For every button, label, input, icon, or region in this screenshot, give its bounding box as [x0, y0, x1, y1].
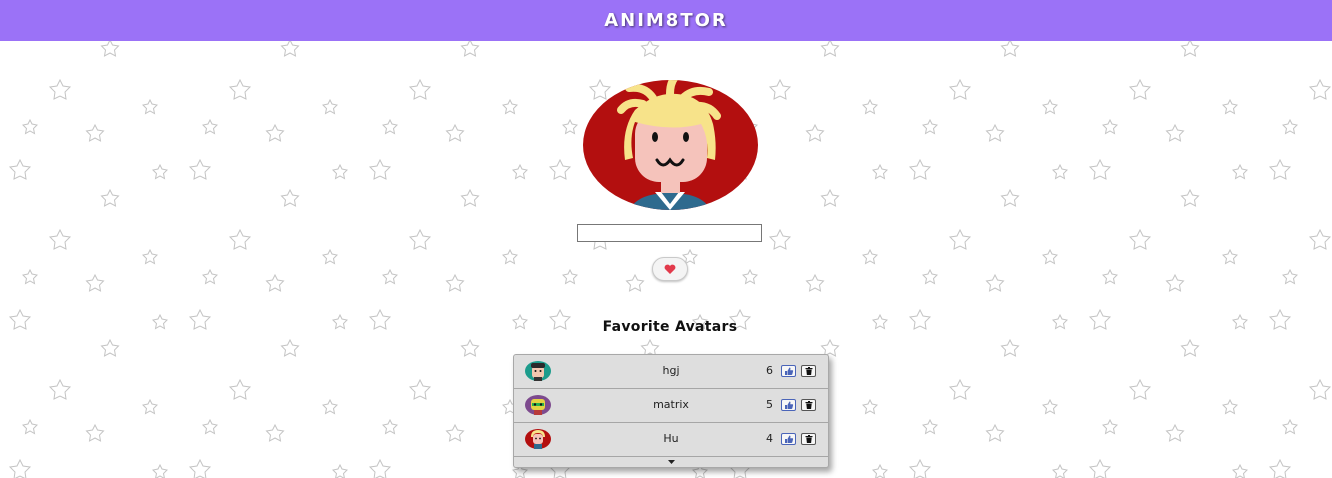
favorites-list: hgj 6 matrix 5 Hu 4 — [513, 354, 829, 468]
like-button[interactable] — [781, 399, 796, 411]
delete-button[interactable] — [801, 433, 816, 445]
like-count: 5 — [766, 398, 773, 411]
like-button[interactable] — [781, 433, 796, 445]
thumbs-up-icon — [784, 367, 793, 375]
favorite-button[interactable] — [652, 257, 688, 281]
list-item: matrix 5 — [514, 389, 828, 423]
delete-button[interactable] — [801, 365, 816, 377]
app-header: ANIM8TOR — [0, 0, 1332, 41]
trash-icon — [805, 367, 812, 375]
expand-list-button[interactable] — [664, 458, 678, 466]
thumbs-up-icon — [784, 401, 793, 409]
like-button[interactable] — [781, 365, 796, 377]
like-count: 6 — [766, 364, 773, 377]
avatar-name-input[interactable] — [577, 224, 762, 242]
trash-icon — [805, 435, 812, 443]
thumbs-up-icon — [784, 435, 793, 443]
like-count: 4 — [766, 432, 773, 445]
delete-button[interactable] — [801, 399, 816, 411]
list-item: hgj 6 — [514, 355, 828, 389]
avatar-preview — [583, 80, 758, 210]
trash-icon — [805, 401, 812, 409]
list-item: Hu 4 — [514, 423, 828, 457]
caret-down-icon — [667, 460, 675, 464]
heart-icon — [664, 264, 676, 274]
favorites-title: Favorite Avatars — [602, 319, 738, 335]
app-title: ANIM8TOR — [604, 10, 728, 31]
